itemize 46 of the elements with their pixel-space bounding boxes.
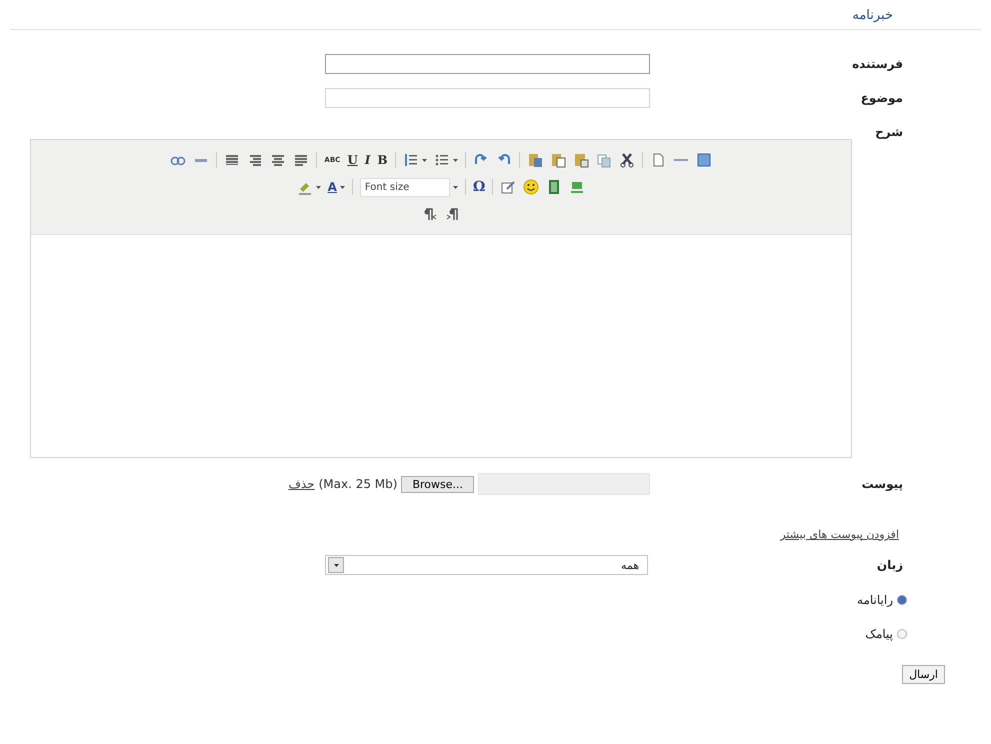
caret-icon[interactable] (452, 186, 458, 188)
radio-button[interactable] (897, 595, 907, 605)
note-icon[interactable] (500, 179, 516, 195)
font-size-select[interactable]: Font size (360, 178, 450, 196)
caret-icon (334, 564, 338, 566)
size-limit-text: (Max. 25 Mb) (318, 477, 398, 491)
smiley-icon[interactable] (523, 179, 540, 195)
subject-input[interactable] (325, 88, 650, 108)
sender-label: فرستنده (852, 57, 903, 71)
paste-text-icon[interactable] (550, 152, 566, 168)
underline-button[interactable]: U (347, 153, 358, 168)
align-right-icon[interactable] (247, 152, 264, 168)
description-label: شرح (875, 125, 903, 139)
caret-icon[interactable] (422, 158, 427, 162)
numbered-list-icon[interactable] (402, 152, 419, 168)
picture-icon[interactable] (569, 179, 586, 195)
caret-icon[interactable] (452, 158, 458, 162)
browse-button[interactable]: Browse... (401, 476, 474, 492)
language-select[interactable]: همه (325, 555, 648, 575)
subject-label: موضوع (860, 91, 903, 105)
submit-button[interactable]: ارسال (902, 665, 945, 684)
image-icon[interactable] (696, 152, 712, 168)
radio-label: رایانامه (857, 593, 893, 607)
attachment-label: پیوست (862, 477, 903, 491)
language-label: زبان (876, 558, 903, 572)
page-title: خبرنامه (852, 8, 893, 23)
ltr-paragraph-icon[interactable] (444, 206, 460, 222)
scissors-icon[interactable] (618, 152, 635, 168)
align-center-icon[interactable] (270, 152, 286, 168)
sender-input[interactable] (325, 54, 650, 74)
caret-icon[interactable] (316, 186, 321, 188)
special-character-button[interactable]: Ω (472, 179, 486, 195)
radio-label: پیامک (865, 627, 893, 641)
rtl-paragraph-icon[interactable] (422, 206, 438, 222)
add-more-attachments-link[interactable]: افزودن پیوست های بیشتر (780, 528, 899, 541)
paste-icon[interactable] (572, 152, 589, 168)
bold-button[interactable]: B (377, 153, 388, 168)
delete-link[interactable]: حذف (288, 477, 315, 491)
font-color-button[interactable]: A (328, 180, 337, 194)
paste-word-icon[interactable] (526, 152, 543, 168)
file-path-field[interactable] (478, 473, 650, 495)
bullet-list-icon[interactable] (434, 152, 450, 168)
radio-button[interactable] (897, 629, 907, 639)
italic-button[interactable]: I (364, 153, 370, 168)
align-justify-icon[interactable] (293, 152, 310, 168)
caret-icon[interactable] (340, 186, 345, 188)
